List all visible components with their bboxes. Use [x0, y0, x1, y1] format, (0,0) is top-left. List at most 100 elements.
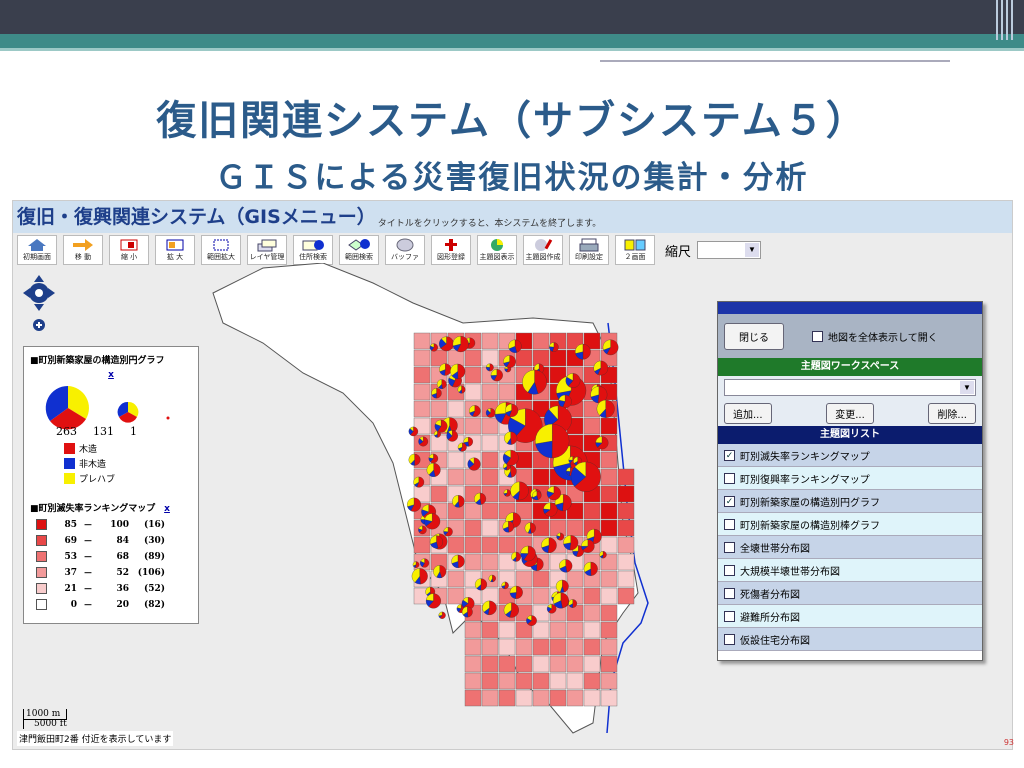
pie-marker[interactable]	[509, 585, 523, 599]
district-cell[interactable]	[617, 519, 635, 537]
pie-marker[interactable]	[428, 453, 439, 464]
district-cell[interactable]	[498, 689, 516, 707]
pie-marker[interactable]	[546, 486, 561, 501]
pie-marker[interactable]	[412, 561, 420, 568]
pie-marker[interactable]	[425, 593, 441, 609]
toolbar-button-10[interactable]: 主題図表示	[477, 235, 517, 265]
pie-marker[interactable]	[462, 606, 473, 618]
district-cell[interactable]	[447, 468, 465, 486]
pie-marker[interactable]	[549, 342, 559, 352]
toolbar-button-8[interactable]: バッファ	[385, 235, 425, 265]
pie-marker[interactable]	[434, 419, 448, 433]
pie-marker[interactable]	[457, 385, 466, 394]
district-cell[interactable]	[481, 383, 499, 401]
pie-marker[interactable]	[522, 369, 547, 395]
district-cell[interactable]	[447, 536, 465, 554]
pie-marker[interactable]	[543, 502, 558, 517]
district-cell[interactable]	[430, 485, 448, 503]
workspace-select[interactable]: ▼	[724, 379, 976, 396]
district-cell[interactable]	[617, 553, 635, 571]
theme-list-item[interactable]: ✓ 町別新築家屋の構造別円グラフ	[718, 490, 982, 513]
district-cell[interactable]	[566, 689, 584, 707]
district-cell[interactable]	[498, 536, 516, 554]
chevron-down-icon[interactable]: ▼	[960, 381, 974, 394]
district-cell[interactable]	[583, 655, 601, 673]
district-cell[interactable]	[464, 689, 482, 707]
zoom-in-icon[interactable]	[33, 319, 45, 331]
district-cell[interactable]	[413, 383, 431, 401]
district-cell[interactable]	[583, 672, 601, 690]
add-button[interactable]: 追加...	[724, 402, 772, 424]
district-cell[interactable]	[549, 349, 567, 367]
district-cell[interactable]	[464, 349, 482, 367]
district-cell[interactable]	[532, 349, 550, 367]
district-cell[interactable]	[600, 519, 618, 537]
district-cell[interactable]	[481, 519, 499, 537]
district-cell[interactable]	[515, 655, 533, 673]
district-cell[interactable]	[617, 587, 635, 605]
fullscreen-option[interactable]: 地図を全体表示して開く	[812, 329, 938, 344]
pie-marker[interactable]	[450, 363, 466, 379]
district-cell[interactable]	[515, 570, 533, 588]
pie-marker[interactable]	[503, 355, 516, 368]
delete-button[interactable]: 削除...	[928, 402, 976, 424]
toolbar-button-9[interactable]: 図形登録	[431, 235, 471, 265]
district-cell[interactable]	[481, 417, 499, 435]
district-cell[interactable]	[515, 349, 533, 367]
toolbar-button-3[interactable]: 拡 大	[155, 235, 195, 265]
pie-marker[interactable]	[565, 373, 581, 388]
pie-marker[interactable]	[475, 578, 488, 591]
district-cell[interactable]	[464, 468, 482, 486]
district-cell[interactable]	[617, 485, 635, 503]
district-cell[interactable]	[617, 502, 635, 520]
district-cell[interactable]	[413, 400, 431, 418]
pie-marker[interactable]	[532, 490, 542, 500]
district-cell[interactable]	[600, 536, 618, 554]
district-cell[interactable]	[481, 655, 499, 673]
district-cell[interactable]	[549, 638, 567, 656]
district-cell[interactable]	[583, 417, 601, 435]
district-cell[interactable]	[600, 672, 618, 690]
pie-marker[interactable]	[467, 457, 481, 471]
toolbar-button-11[interactable]: 主題図作成	[523, 235, 563, 265]
toolbar-button-0[interactable]: 初期画面	[17, 235, 57, 265]
pie-marker[interactable]	[437, 379, 447, 389]
pie-marker[interactable]	[504, 431, 518, 445]
district-cell[interactable]	[498, 638, 516, 656]
theme-checkbox[interactable]	[724, 564, 735, 576]
map-canvas[interactable]	[203, 263, 663, 743]
pie-marker[interactable]	[599, 551, 607, 559]
district-cell[interactable]	[532, 468, 550, 486]
district-cell[interactable]	[583, 689, 601, 707]
district-cell[interactable]	[481, 536, 499, 554]
toolbar-button-5[interactable]: レイヤ管理	[247, 235, 287, 265]
district-cell[interactable]	[464, 672, 482, 690]
pie-marker[interactable]	[457, 442, 467, 452]
district-cell[interactable]	[566, 621, 584, 639]
pie-marker[interactable]	[581, 539, 595, 553]
pie-marker[interactable]	[553, 592, 569, 609]
pie-marker[interactable]	[503, 489, 511, 497]
district-cell[interactable]	[464, 417, 482, 435]
district-cell[interactable]	[447, 570, 465, 588]
theme-checkbox[interactable]	[724, 587, 735, 599]
district-cell[interactable]	[566, 655, 584, 673]
pie-marker[interactable]	[575, 343, 591, 360]
district-cell[interactable]	[617, 468, 635, 486]
pie-marker[interactable]	[568, 599, 578, 608]
district-cell[interactable]	[600, 655, 618, 673]
district-cell[interactable]	[447, 451, 465, 469]
district-cell[interactable]	[532, 672, 550, 690]
toolbar-button-1[interactable]: 移 動	[63, 235, 103, 265]
district-cell[interactable]	[481, 502, 499, 520]
theme-checkbox[interactable]	[724, 610, 735, 622]
district-cell[interactable]	[464, 655, 482, 673]
district-cell[interactable]	[600, 638, 618, 656]
district-cell[interactable]	[464, 383, 482, 401]
pie-marker[interactable]	[452, 336, 469, 353]
district-cell[interactable]	[549, 689, 567, 707]
district-cell[interactable]	[566, 519, 584, 537]
pie-marker[interactable]	[411, 568, 428, 585]
pan-control-icon[interactable]	[23, 275, 55, 311]
pie-marker[interactable]	[439, 363, 452, 376]
